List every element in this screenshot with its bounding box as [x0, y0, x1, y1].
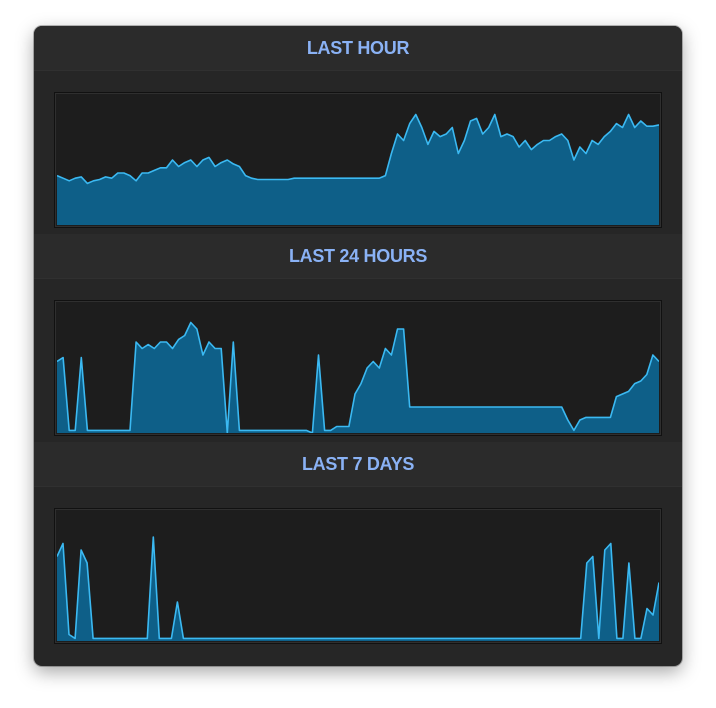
graph-line: [57, 536, 659, 640]
graph-svg: [57, 321, 659, 433]
section-last-24-hours: LAST 24 HOURS: [34, 234, 682, 436]
section-title: LAST 24 HOURS: [288, 245, 428, 266]
graph-area: [57, 322, 659, 433]
graph-svg: [57, 113, 659, 225]
section-header: LAST 7 DAYS: [34, 442, 682, 487]
graph-svg: [57, 536, 659, 641]
graph-last-hour: [54, 92, 662, 228]
graph-last-24-hours: [54, 300, 662, 436]
graph-area: [57, 114, 659, 225]
network-activity-window: LAST HOUR LAST 24 HOURS LAST 7 DAYS: [34, 26, 682, 666]
section-header: LAST 24 HOURS: [34, 234, 682, 279]
graph-last-7-days: [54, 508, 662, 644]
section-header: LAST HOUR: [34, 26, 682, 71]
section-title: LAST HOUR: [306, 37, 410, 58]
section-title: LAST 7 DAYS: [301, 453, 415, 474]
section-last-7-days: LAST 7 DAYS: [34, 442, 682, 644]
section-last-hour: LAST HOUR: [34, 26, 682, 228]
